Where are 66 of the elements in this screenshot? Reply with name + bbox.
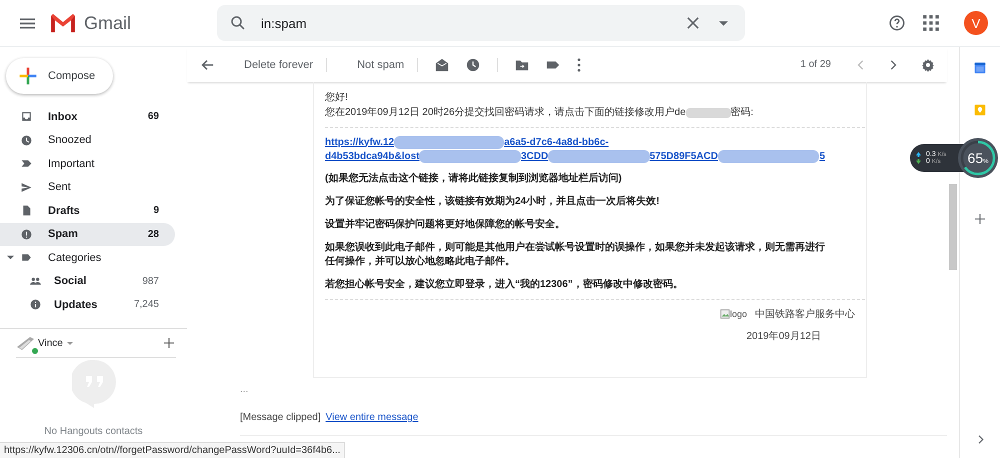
sidebar-item[interactable]: Sent <box>0 176 175 199</box>
category-icon <box>29 274 42 288</box>
close-icon[interactable] <box>687 17 700 29</box>
sidebar-item[interactable]: Spam 28 <box>0 222 175 246</box>
calendar-icon[interactable] <box>974 62 986 74</box>
menu-icon[interactable] <box>20 18 35 28</box>
user-name[interactable]: Vince <box>38 338 63 348</box>
sidebar-item[interactable]: Categories <box>0 246 175 270</box>
sidebar-item[interactable]: Updates 7,245 <box>0 293 175 316</box>
reset-link[interactable]: 5 <box>819 150 826 162</box>
message-paragraph: 设置并牢记密码保护问题将更好地保障您的帐号安全。 <box>325 218 566 232</box>
clock-icon[interactable] <box>466 58 480 72</box>
next-icon[interactable] <box>889 60 897 70</box>
reset-link[interactable]: 575D89F5ACD <box>650 150 718 162</box>
help-icon[interactable] <box>888 14 906 32</box>
greeting-text: 您好! <box>325 91 349 105</box>
intro-text: 密码: <box>730 106 754 120</box>
scrollbar-thumb[interactable] <box>949 184 957 270</box>
back-arrow-icon[interactable] <box>200 58 214 72</box>
more-vertical-icon[interactable] <box>577 58 582 72</box>
settings-icon[interactable] <box>921 58 935 72</box>
app-name: Gmail <box>84 12 132 34</box>
expand-caret-icon[interactable] <box>7 254 14 262</box>
status-url-tooltip: https://kyfw.12306.cn/otn//forgetPassword/changePassWord?uuId=36f4b6... <box>0 442 346 458</box>
clipped-text: [Message clipped] <box>240 412 321 423</box>
apps-grid-icon[interactable] <box>922 14 940 32</box>
pager-text: 1 of 29 <box>800 59 831 70</box>
expand-chevron-icon[interactable] <box>976 435 984 444</box>
add-icon[interactable] <box>164 338 174 348</box>
redacted-blur <box>686 108 731 118</box>
sidebar-item[interactable]: Inbox 69 <box>0 105 175 128</box>
reset-link[interactable]: d4b53bdca94b&lost <box>325 150 420 162</box>
user-avatar-icon <box>16 335 36 351</box>
sidebar-item[interactable]: Important <box>0 152 175 176</box>
message-paragraph: 若您担心帐号安全，建议您立即登录，进入“我的12306”，密码修改中修改密码。 <box>325 278 684 292</box>
reset-link[interactable]: 3CDD <box>520 150 548 162</box>
search-icon[interactable] <box>229 14 248 32</box>
add-icon[interactable] <box>975 214 985 224</box>
reset-link[interactable]: https://kyfw.12 <box>325 136 394 148</box>
plus-icon <box>18 66 38 86</box>
message-paragraph: (如果您无法点击这个链接，请将此链接复制到浏览器地址栏后访问) <box>325 172 623 186</box>
view-entire-link[interactable]: View entire message <box>326 412 418 423</box>
broken-image-logo: logo <box>720 309 747 319</box>
empty-contacts-text: No Hangouts contacts <box>44 426 143 437</box>
mail-logo-icon <box>50 13 76 33</box>
caret-icon[interactable] <box>66 342 73 344</box>
folder-move-icon[interactable] <box>515 58 530 72</box>
toolbar-button[interactable]: Delete forever <box>231 58 326 70</box>
toolbar-button[interactable]: Not spam <box>344 58 418 70</box>
signature-date: 2019年09月12日 <box>746 330 821 343</box>
intro-text: 您在2019年09月12日 20时26分提交找回密码请求，请点击下面的链接修改用户de <box>325 106 686 120</box>
message-paragraph: 为了保证您帐号的安全性，该链接有效期为24小时，并且点击一次后将失效! <box>325 195 660 209</box>
category-icon <box>29 298 42 312</box>
reset-link[interactable]: a6a5-d7c6-4a8d-bb6c- <box>504 136 609 148</box>
mark-envelope-icon[interactable] <box>435 58 450 72</box>
usage-percent: 65 <box>968 150 984 166</box>
dropdown-caret-icon[interactable] <box>719 20 728 26</box>
search-field[interactable]: in:spam <box>217 5 746 41</box>
sidebar-item[interactable]: Snoozed <box>0 128 175 152</box>
compose-button[interactable]: Compose <box>6 58 113 94</box>
download-arrow-icon <box>916 159 921 164</box>
sidebar-item[interactable]: Drafts 9 <box>0 199 175 222</box>
sidebar-item[interactable]: Social 987 <box>0 270 175 293</box>
message-paragraph: 如果您误收到此电子邮件，则可能是其他用户在尝试帐号设置时的误操作，如果您并未发起该请求，则无需再进行任何操作，并可以放心地忽略此电子邮件。 <box>325 241 825 269</box>
upload-arrow-icon <box>916 152 921 157</box>
signature-org: 中国铁路客户服务中心 <box>755 308 855 321</box>
